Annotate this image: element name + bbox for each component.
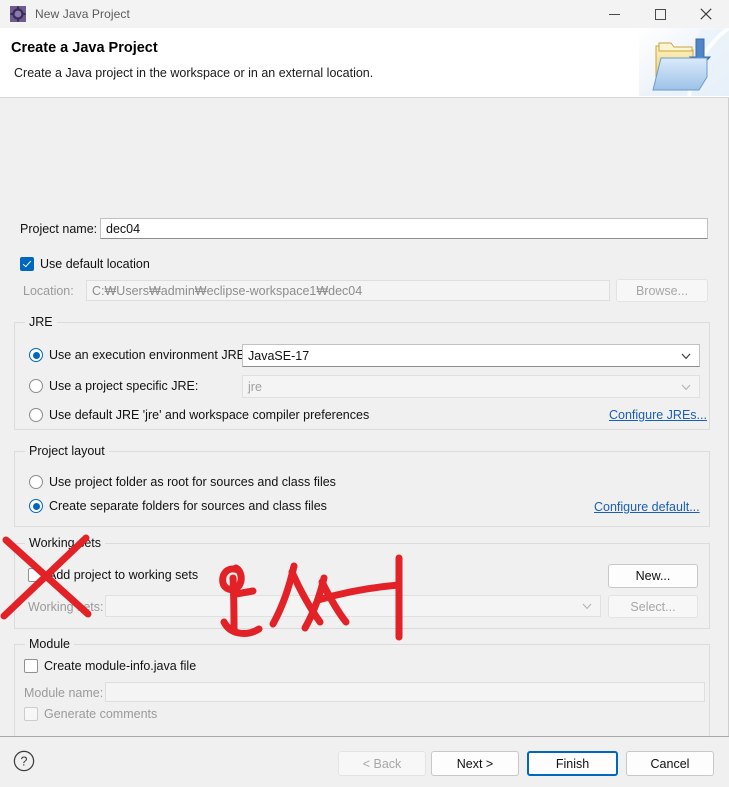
module-name-input[interactable] xyxy=(105,682,705,702)
wizard-body: Project name: dec04 Use default location… xyxy=(0,98,729,749)
project-layout-separate-radio[interactable] xyxy=(29,499,43,513)
jre-project-specific-label: Use a project specific JRE: xyxy=(49,379,199,393)
project-layout-group-title: Project layout xyxy=(25,444,109,458)
select-working-set-button[interactable]: Select... xyxy=(608,595,698,618)
jre-default-radio[interactable] xyxy=(29,408,43,422)
location-label: Location: xyxy=(23,284,74,298)
back-button[interactable]: < Back xyxy=(338,751,426,776)
help-question-icon[interactable]: ? xyxy=(13,750,35,772)
generate-comments-label: Generate comments xyxy=(44,707,158,721)
working-sets-label: Working sets: xyxy=(28,600,104,614)
use-default-location-label: Use default location xyxy=(40,257,150,271)
generate-comments-checkbox[interactable] xyxy=(24,707,38,721)
use-default-location-row[interactable]: Use default location xyxy=(20,257,150,271)
jre-execution-environment-label: Use an execution environment JRE: xyxy=(49,348,249,362)
project-layout-group: Project layout xyxy=(14,444,710,527)
configure-jres-link[interactable]: Configure JREs... xyxy=(609,408,707,422)
window-title: New Java Project xyxy=(35,7,130,21)
module-group-title: Module xyxy=(25,637,74,651)
wizard-header: Create a Java Project Create a Java proj… xyxy=(0,28,729,98)
page-title: Create a Java Project xyxy=(11,40,158,56)
finish-button[interactable]: Finish xyxy=(527,751,618,776)
svg-text:?: ? xyxy=(21,755,28,769)
new-working-set-button[interactable]: New... xyxy=(608,564,698,588)
create-module-info-checkbox[interactable] xyxy=(24,659,38,673)
browse-button[interactable]: Browse... xyxy=(616,279,708,302)
new-java-project-dialog: New Java Project Create a Java Project C… xyxy=(0,0,729,787)
jre-execution-environment-row[interactable]: Use an execution environment JRE: xyxy=(29,348,248,362)
add-project-to-working-sets-row[interactable]: Add project to working sets xyxy=(28,568,198,582)
jre-group-title: JRE xyxy=(25,315,57,329)
chevron-down-icon xyxy=(681,349,691,363)
wizard-footer: ? < Back Next > Finish Cancel xyxy=(0,736,729,787)
chevron-down-icon xyxy=(681,380,691,394)
module-name-label: Module name: xyxy=(24,686,104,700)
jre-execution-environment-value: JavaSE-17 xyxy=(248,348,310,363)
next-button[interactable]: Next > xyxy=(431,751,519,776)
chevron-down-icon xyxy=(582,599,592,613)
minimize-button[interactable] xyxy=(591,0,637,28)
jre-project-specific-combo[interactable]: jre xyxy=(242,375,700,398)
close-button[interactable] xyxy=(683,0,729,28)
project-layout-root-row[interactable]: Use project folder as root for sources a… xyxy=(29,475,336,489)
add-project-to-working-sets-label: Add project to working sets xyxy=(48,568,199,582)
maximize-button[interactable] xyxy=(637,0,683,28)
project-name-label: Project name: xyxy=(20,222,98,236)
configure-default-link[interactable]: Configure default... xyxy=(594,500,700,514)
eclipse-wizard-icon xyxy=(10,6,26,22)
project-layout-root-radio[interactable] xyxy=(29,475,43,489)
location-input[interactable]: C:₩Users₩admin₩eclipse-workspace1₩dec04 xyxy=(86,280,610,301)
jre-project-specific-value: jre xyxy=(248,379,262,394)
window-titlebar: New Java Project xyxy=(0,0,729,29)
window-controls xyxy=(591,0,729,28)
jre-execution-environment-radio[interactable] xyxy=(29,348,43,362)
jre-default-row[interactable]: Use default JRE 'jre' and workspace comp… xyxy=(29,408,369,422)
working-sets-group-title: Working sets xyxy=(25,536,106,550)
new-java-project-folder-icon xyxy=(639,28,729,97)
jre-execution-environment-combo[interactable]: JavaSE-17 xyxy=(242,344,700,367)
page-subtitle: Create a Java project in the workspace o… xyxy=(14,66,374,80)
jre-project-specific-row[interactable]: Use a project specific JRE: xyxy=(29,379,198,393)
use-default-location-checkbox[interactable] xyxy=(20,257,34,271)
project-layout-root-label: Use project folder as root for sources a… xyxy=(49,475,336,489)
add-project-to-working-sets-checkbox[interactable] xyxy=(28,568,42,582)
jre-project-specific-radio[interactable] xyxy=(29,379,43,393)
create-module-info-row[interactable]: Create module-info.java file xyxy=(24,659,196,673)
generate-comments-row[interactable]: Generate comments xyxy=(24,707,157,721)
create-module-info-label: Create module-info.java file xyxy=(44,659,197,673)
project-name-input[interactable]: dec04 xyxy=(100,218,708,239)
project-layout-separate-label: Create separate folders for sources and … xyxy=(49,499,327,513)
jre-default-label: Use default JRE 'jre' and workspace comp… xyxy=(49,408,370,422)
cancel-button[interactable]: Cancel xyxy=(626,751,714,776)
working-sets-combo[interactable] xyxy=(105,595,601,617)
project-layout-separate-row[interactable]: Create separate folders for sources and … xyxy=(29,499,327,513)
